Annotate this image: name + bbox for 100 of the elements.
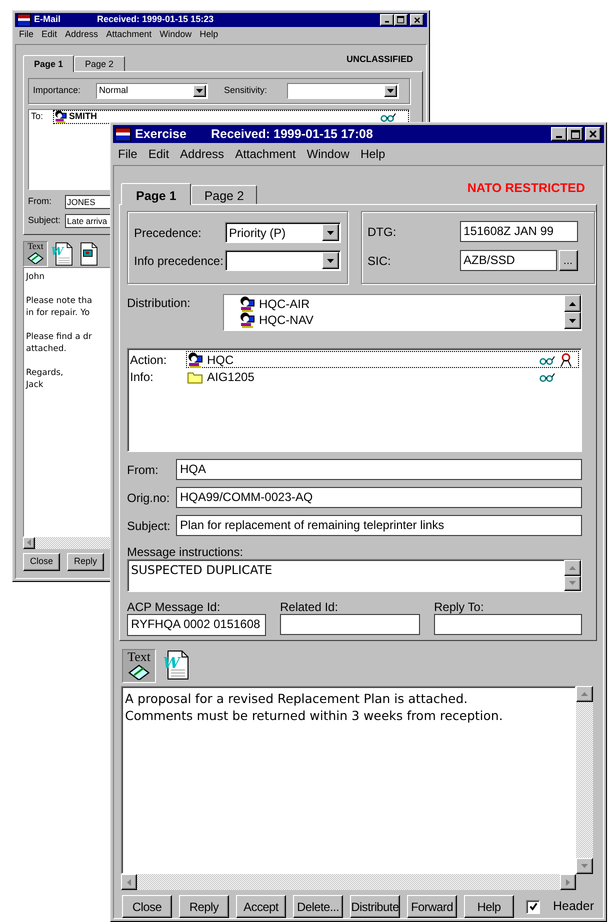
recipient-row[interactable]: HQC (186, 351, 579, 368)
dropdown[interactable] (287, 82, 399, 98)
distribution-item[interactable]: HQC-AIR (259, 295, 310, 313)
maximize-button[interactable] (567, 127, 583, 141)
scroll-up-button[interactable] (576, 686, 593, 702)
button[interactable]: Distribute (350, 895, 400, 918)
button[interactable]: Reply (67, 552, 104, 570)
field-label: Message instructions: (127, 545, 244, 559)
body-text-line: A proposal for a revised Replacement Plan is attached. (125, 690, 468, 707)
received-time: Received: 1999-01-15 17:08 (211, 126, 373, 143)
dropdown[interactable]: Normal (96, 82, 208, 98)
text-attachment-button[interactable]: Text (122, 649, 156, 683)
menu-item[interactable]: Attachment (235, 144, 296, 163)
arrow-up-icon (569, 566, 576, 570)
button[interactable]: Forward (407, 895, 457, 918)
caret-icon (196, 88, 203, 92)
message-body[interactable]: A proposal for a revised Replacement Plan is attached. Comments must be returned within 3 weeks from reception. (121, 686, 576, 874)
menu-item[interactable]: Help (200, 28, 218, 42)
body-text-line: Please note tha (26, 294, 92, 306)
app-icon (115, 126, 131, 142)
horizontal-scrollbar[interactable] (23, 536, 111, 548)
dropdown-button[interactable] (322, 252, 339, 269)
menu-item[interactable]: Edit (148, 144, 170, 163)
distribution-item[interactable]: HQC-NAV (259, 311, 314, 329)
maximize-button[interactable] (394, 14, 408, 26)
vertical-scrollbar[interactable] (576, 686, 593, 874)
menu-item[interactable]: Window (306, 144, 350, 163)
input-field[interactable] (280, 614, 420, 635)
maximize-icon (570, 130, 580, 138)
body-text-line: attached. (26, 342, 66, 354)
window-title: E-Mail (34, 13, 62, 26)
button[interactable]: Close (122, 895, 172, 918)
tab[interactable]: Page 1 (121, 183, 192, 205)
input-field[interactable]: JONES (65, 194, 111, 208)
close-button[interactable] (585, 127, 601, 141)
arrow-right-icon (566, 878, 570, 886)
menu-item[interactable]: Address (180, 144, 224, 163)
button[interactable]: Accept (236, 895, 286, 918)
browse-button[interactable]: ... (558, 250, 578, 271)
button[interactable]: Help (464, 895, 514, 918)
menu-item[interactable]: File (19, 28, 34, 42)
glasses-icon (380, 112, 396, 122)
close-button[interactable] (410, 14, 424, 26)
field-label: Importance: (33, 84, 82, 97)
dropdown-button[interactable] (322, 224, 339, 241)
field-label: Subject: (127, 518, 172, 534)
dropdown-button[interactable] (384, 84, 397, 96)
input-field[interactable]: AZB/SSD (460, 250, 557, 271)
minimize-button[interactable] (551, 127, 567, 141)
received-time: Received: 1999-01-15 15:23 (97, 13, 214, 26)
body-text-line: in for repair. Yo (26, 306, 90, 318)
input-field[interactable]: HQA (176, 459, 582, 480)
input-field[interactable]: HQA99/COMM-0023-AQ (176, 487, 582, 508)
button[interactable]: Reply (179, 895, 229, 918)
menu-item[interactable]: Window (160, 28, 192, 42)
menu-item[interactable]: Attachment (106, 28, 152, 42)
field-label: DTG: (368, 224, 398, 240)
menu-item[interactable]: Edit (42, 28, 58, 42)
scroll-down-button[interactable] (576, 858, 593, 874)
menu-item[interactable]: File (118, 144, 138, 163)
menu-item[interactable]: Address (65, 28, 98, 42)
field-label: Info precedence: (134, 252, 224, 270)
scroll-up-button[interactable] (564, 295, 581, 312)
tab[interactable]: Page 1 (23, 54, 74, 72)
horizontal-scrollbar[interactable] (121, 874, 576, 890)
tab[interactable]: Page 2 (191, 185, 257, 204)
minimize-button[interactable] (380, 14, 394, 26)
classification-label: NATO RESTRICTED (467, 180, 585, 198)
scroll-left-button[interactable] (23, 536, 35, 548)
input-field[interactable]: Late arriva (65, 214, 111, 228)
input-field[interactable] (434, 614, 582, 635)
menu-item[interactable]: Help (360, 144, 386, 163)
input-field[interactable]: Plan for replacement of remaining teleprinter links (176, 515, 582, 536)
maximize-icon (397, 16, 405, 24)
field-value: SUSPECTED DUPLICATE (130, 562, 274, 579)
input-field[interactable]: 151608Z JAN 99 (460, 221, 578, 242)
dropdown-button[interactable] (193, 84, 206, 96)
scroll-down-button[interactable] (564, 312, 581, 329)
tab[interactable]: Page 2 (74, 56, 125, 70)
dropdown[interactable]: Priority (P) (225, 222, 341, 243)
scroll-up-button[interactable] (564, 560, 581, 576)
scroll-right-button[interactable] (560, 874, 576, 890)
dropdown[interactable] (225, 250, 341, 271)
text-attachment-button[interactable]: Text (23, 240, 48, 266)
check-icon (528, 902, 538, 911)
notepad-icon (126, 663, 152, 680)
close-icon (589, 130, 597, 138)
checkbox[interactable] (526, 900, 540, 914)
scroll-left-button[interactable] (121, 874, 137, 890)
arrow-down-icon (569, 581, 576, 586)
scroll-down-button[interactable] (564, 576, 581, 591)
recipient-row[interactable]: AIG1205 (186, 368, 579, 385)
button[interactable]: Close (23, 552, 60, 570)
body-text-line: Regards, (26, 366, 64, 378)
user-icon (239, 312, 255, 328)
message-instructions-field[interactable]: SUSPECTED DUPLICATE (127, 559, 582, 592)
field-label: Precedence: (134, 224, 202, 242)
button[interactable]: Delete... (293, 895, 343, 918)
input-field[interactable]: RYFHQA 0002 0151608 (127, 614, 266, 636)
recipient-role: To: (30, 110, 44, 123)
